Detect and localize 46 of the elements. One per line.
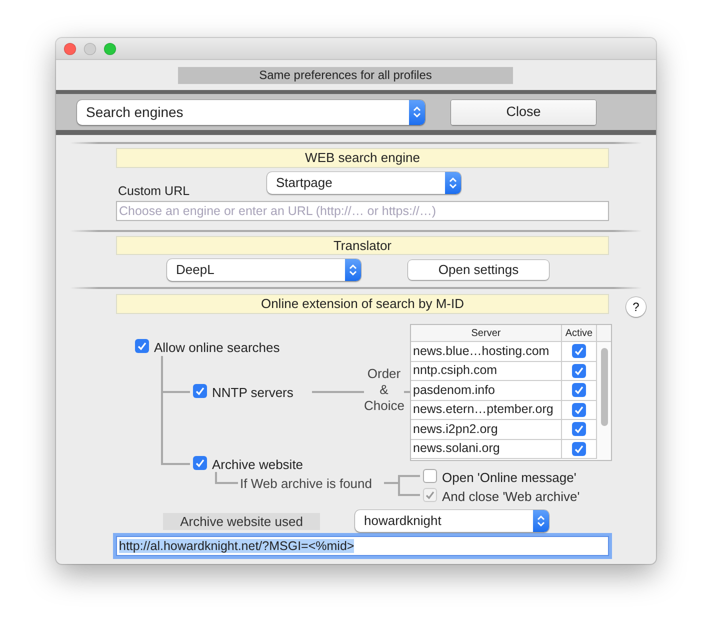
checkbox[interactable] [572, 422, 586, 436]
section-header: WEB search engine [116, 148, 609, 168]
field-label: Custom URL [118, 184, 191, 198]
checkbox-label: Archive website [212, 456, 304, 474]
condition-label: If Web archive is found [240, 475, 372, 493]
help-button[interactable]: ? [626, 297, 646, 317]
archive-select[interactable]: howardknight [355, 510, 549, 532]
settings-button[interactable]: Open settings [408, 260, 549, 280]
checkbox-label: Open 'Online message' [442, 469, 576, 487]
checkbox-label: And close 'Web archive' [442, 488, 580, 506]
table-cell: news.solani.org [411, 440, 562, 459]
url-field[interactable]: http://al.howardknight.net/?MSGI=<%mid> [116, 536, 609, 556]
checkbox[interactable] [572, 442, 586, 456]
table-cell: news.etern…ptember.org [411, 400, 562, 420]
stepper-icon [349, 264, 357, 276]
scrollbar-thumb[interactable] [601, 348, 608, 426]
checkbox[interactable] [193, 456, 207, 470]
checkbox[interactable] [193, 384, 207, 398]
close-icon[interactable] [64, 42, 76, 54]
checkbox[interactable] [423, 469, 437, 483]
order-label: Order & Choice [364, 366, 404, 413]
stepper-icon [537, 515, 545, 527]
table-cell: news.i2pn2.org [411, 420, 562, 440]
table-cell: pasdenom.info [411, 381, 562, 400]
section-header: Online extension of search by M-ID [116, 294, 609, 314]
checkbox-label: Allow online searches [154, 339, 280, 357]
translator-select[interactable]: DeepL [167, 259, 361, 281]
checkbox[interactable] [572, 383, 586, 398]
profile-banner: Same preferences for all profiles [178, 67, 513, 84]
checkbox-label: NNTP servers [212, 384, 294, 402]
stepper-icon [413, 106, 421, 118]
column-header: Server [411, 325, 562, 342]
section-select[interactable]: Search engines [77, 100, 425, 124]
engine-select[interactable]: Startpage [267, 172, 461, 194]
table-cell: nntp.csiph.com [411, 362, 562, 381]
column-header: Active [562, 325, 597, 342]
stepper-icon [449, 177, 457, 189]
checkbox[interactable] [572, 402, 586, 417]
table-cell: news.blue…hosting.com [411, 342, 562, 362]
checkbox[interactable] [135, 339, 149, 353]
close-button[interactable]: Close [451, 100, 596, 124]
field-label: Archive website used [163, 512, 320, 530]
checkbox[interactable] [572, 364, 586, 378]
zoom-icon[interactable] [104, 42, 116, 54]
section-header: Translator [116, 236, 609, 255]
checkbox[interactable] [572, 344, 586, 358]
